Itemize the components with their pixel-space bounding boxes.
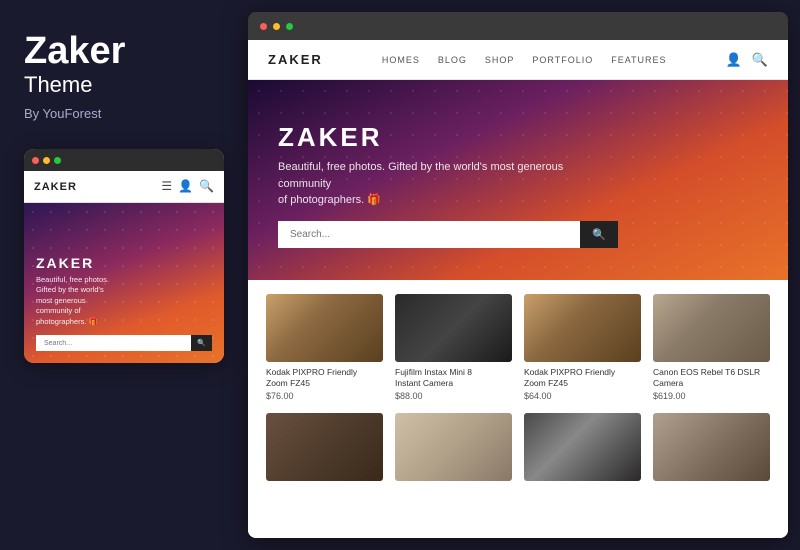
desktop-nav-links: HOMES BLOG SHOP PORTFOLIO FEATURES: [382, 55, 667, 65]
mobile-search-input[interactable]: [36, 335, 191, 351]
desktop-nav-icons: 👤 🔍: [726, 52, 768, 68]
desktop-nav: ZAKER HOMES BLOG SHOP PORTFOLIO FEATURES…: [248, 40, 788, 80]
product-image-4: [653, 294, 770, 362]
product-name-2: Fujifilm Instax Mini 8Instant Camera: [395, 367, 512, 389]
product-name-4: Canon EOS Rebel T6 DSLRCamera: [653, 367, 770, 389]
nav-link-homes[interactable]: HOMES: [382, 55, 420, 65]
left-panel: Zaker Theme By YouForest ZAKER ☰ 👤 🔍 ZAK…: [0, 0, 248, 550]
nav-link-features[interactable]: FEATURES: [611, 55, 666, 65]
mobile-nav: ZAKER ☰ 👤 🔍: [24, 171, 224, 203]
browser-bar: [248, 12, 788, 40]
mobile-search-button[interactable]: 🔍: [191, 335, 212, 351]
product-price-1: $76.00: [266, 391, 383, 401]
browser-dot-green: [286, 23, 293, 30]
product-card-8[interactable]: [653, 413, 770, 481]
desktop-search-icon[interactable]: 🔍: [752, 52, 768, 68]
mobile-preview-card: ZAKER ☰ 👤 🔍 ZAKER Beautiful, free photos…: [24, 149, 224, 363]
mobile-search-bar: 🔍: [36, 335, 212, 351]
nav-link-blog[interactable]: BLOG: [438, 55, 467, 65]
product-card-2[interactable]: Fujifilm Instax Mini 8Instant Camera $88…: [395, 294, 512, 401]
product-name-3: Kodak PIXPRO FriendlyZoom FZ45: [524, 367, 641, 389]
window-dot-green: [54, 157, 61, 164]
nav-link-portfolio[interactable]: PORTFOLIO: [532, 55, 593, 65]
mobile-hero-title: ZAKER: [36, 255, 212, 271]
theme-label: Theme: [24, 72, 92, 98]
product-image-7: [524, 413, 641, 481]
product-price-4: $619.00: [653, 391, 770, 401]
product-grid: Kodak PIXPRO FriendlyZoom FZ45 $76.00 Fu…: [266, 294, 770, 481]
desktop-hero-title: ZAKER: [278, 122, 758, 153]
product-price-2: $88.00: [395, 391, 512, 401]
search-icon[interactable]: 🔍: [199, 179, 214, 194]
window-dot-red: [32, 157, 39, 164]
product-price-3: $64.00: [524, 391, 641, 401]
hamburger-icon[interactable]: ☰: [161, 179, 172, 194]
product-image-1: [266, 294, 383, 362]
desktop-preview-panel: ZAKER HOMES BLOG SHOP PORTFOLIO FEATURES…: [248, 12, 788, 538]
nav-link-shop[interactable]: SHOP: [485, 55, 515, 65]
product-card-4[interactable]: Canon EOS Rebel T6 DSLRCamera $619.00: [653, 294, 770, 401]
desktop-user-icon[interactable]: 👤: [726, 52, 742, 68]
desktop-search-bar: 🔍: [278, 221, 618, 248]
product-card-7[interactable]: [524, 413, 641, 481]
product-card-5[interactable]: [266, 413, 383, 481]
product-image-5: [266, 413, 383, 481]
window-dot-yellow: [43, 157, 50, 164]
product-image-2: [395, 294, 512, 362]
product-image-6: [395, 413, 512, 481]
mobile-nav-brand: ZAKER: [34, 181, 77, 193]
product-card-3[interactable]: Kodak PIXPRO FriendlyZoom FZ45 $64.00: [524, 294, 641, 401]
mobile-window-bar: [24, 149, 224, 171]
product-card-6[interactable]: [395, 413, 512, 481]
browser-content: ZAKER HOMES BLOG SHOP PORTFOLIO FEATURES…: [248, 40, 788, 538]
product-card-1[interactable]: Kodak PIXPRO FriendlyZoom FZ45 $76.00: [266, 294, 383, 401]
product-name-1: Kodak PIXPRO FriendlyZoom FZ45: [266, 367, 383, 389]
mobile-hero-text: Beautiful, free photos.Gifted by the wor…: [36, 275, 212, 328]
mobile-hero: ZAKER Beautiful, free photos.Gifted by t…: [24, 203, 224, 363]
desktop-nav-brand: ZAKER: [268, 52, 323, 67]
desktop-search-button[interactable]: 🔍: [580, 221, 618, 248]
mobile-nav-icons: ☰ 👤 🔍: [161, 179, 214, 194]
browser-dot-yellow: [273, 23, 280, 30]
desktop-search-input[interactable]: [278, 221, 580, 248]
desktop-hero-text: Beautiful, free photos. Gifted by the wo…: [278, 159, 598, 209]
browser-dot-red: [260, 23, 267, 30]
brand-title: Zaker: [24, 32, 125, 70]
desktop-hero: ZAKER Beautiful, free photos. Gifted by …: [248, 80, 788, 280]
product-image-3: [524, 294, 641, 362]
product-image-8: [653, 413, 770, 481]
user-icon[interactable]: 👤: [178, 179, 193, 194]
author-label: By YouForest: [24, 106, 101, 121]
product-section: Kodak PIXPRO FriendlyZoom FZ45 $76.00 Fu…: [248, 280, 788, 538]
